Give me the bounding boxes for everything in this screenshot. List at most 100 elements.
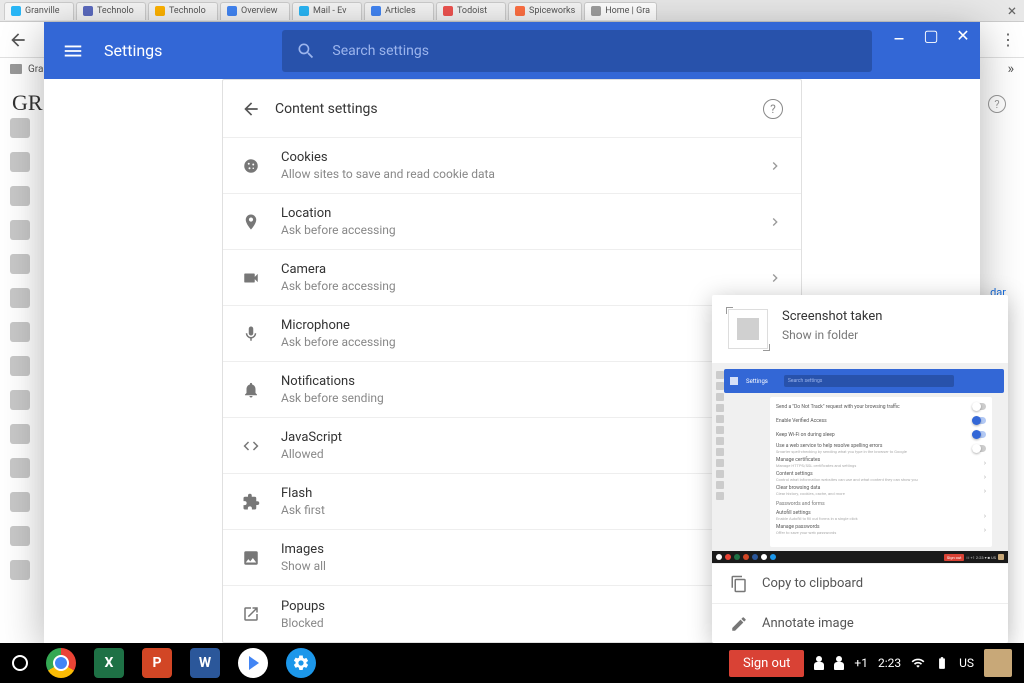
bg-side-icon[interactable]	[10, 186, 30, 206]
browser-tab[interactable]: Granville	[4, 2, 74, 20]
clock: 2:23	[878, 656, 901, 670]
play-store-icon[interactable]	[238, 648, 268, 678]
browser-tab[interactable]: Articles	[364, 2, 434, 20]
browser-tab[interactable]: Spiceworks	[508, 2, 582, 20]
bg-side-icon[interactable]	[10, 220, 30, 240]
row-subtitle: Ask before accessing	[281, 279, 747, 293]
close-tab-icon[interactable]: ×	[1004, 3, 1020, 19]
row-subtitle: Allow sites to save and read cookie data	[281, 167, 747, 181]
pen-icon	[730, 615, 748, 633]
browser-tab[interactable]: Overview	[220, 2, 290, 20]
browser-tab[interactable]: Todoist	[436, 2, 506, 20]
content-title: Content settings	[275, 101, 749, 117]
bg-side-icon[interactable]	[10, 152, 30, 172]
search-bar[interactable]	[282, 30, 872, 72]
microphone-icon	[241, 324, 261, 344]
settings-icon[interactable]	[286, 648, 316, 678]
sign-out-button[interactable]: Sign out	[729, 650, 804, 677]
bg-sidebar	[10, 118, 38, 580]
browser-tab[interactable]: Technolo	[76, 2, 146, 20]
notif-header[interactable]: Screenshot taken Show in folder	[712, 295, 1008, 363]
back-arrow-icon[interactable]	[8, 30, 28, 50]
settings-nav	[44, 79, 222, 643]
launcher-button[interactable]	[12, 655, 28, 671]
screenshot-frame-icon	[728, 309, 768, 349]
row-subtitle: Ask before sending	[281, 391, 783, 405]
row-subtitle: Allowed	[281, 447, 783, 461]
row-title: JavaScript	[281, 430, 783, 445]
word-icon[interactable]: W	[190, 648, 220, 678]
row-subtitle: Blocked	[281, 616, 783, 630]
row-subtitle: Ask before accessing	[281, 223, 747, 237]
bg-side-icon[interactable]	[10, 424, 30, 444]
location-icon	[241, 212, 261, 232]
content-header: Content settings ?	[223, 80, 801, 138]
row-subtitle: Ask first	[281, 503, 783, 517]
popup-icon	[241, 604, 261, 624]
cookie-icon	[241, 156, 261, 176]
page-logo: GR	[12, 90, 43, 116]
screenshot-preview[interactable]: Settings Search settings Send a "Do Not …	[712, 363, 1008, 563]
search-input[interactable]	[332, 43, 858, 59]
bg-side-icon[interactable]	[10, 118, 30, 138]
folder-icon	[10, 64, 22, 74]
close-button[interactable]: ✕	[954, 26, 972, 44]
minimize-button[interactable]: _	[890, 22, 908, 40]
copy-to-clipboard-button[interactable]: Copy to clipboard	[712, 563, 1008, 603]
help-icon[interactable]: ?	[988, 95, 1006, 113]
action-label: Annotate image	[762, 616, 854, 631]
setting-row-cookie[interactable]: Cookies Allow sites to save and read coo…	[223, 138, 801, 194]
battery-icon	[935, 656, 949, 670]
setting-row-location[interactable]: Location Ask before accessing	[223, 194, 801, 250]
row-title: Location	[281, 206, 747, 221]
bg-side-icon[interactable]	[10, 356, 30, 376]
overflow-chevron-icon[interactable]: »	[1007, 61, 1014, 77]
row-title: Popups	[281, 599, 783, 614]
bookmark-label[interactable]: Gra	[28, 64, 43, 75]
user-pawn-icon	[814, 656, 824, 670]
row-subtitle: Ask before accessing	[281, 335, 783, 349]
bg-side-icon[interactable]	[10, 560, 30, 580]
user-pawn-icon	[834, 656, 844, 670]
action-label: Copy to clipboard	[762, 576, 863, 591]
row-title: Notifications	[281, 374, 783, 389]
screenshot-notification: Screenshot taken Show in folder Settings…	[712, 295, 1008, 643]
kebab-menu-icon[interactable]: ⋮	[1000, 30, 1016, 49]
browser-tab[interactable]: Mail - Ev	[292, 2, 362, 20]
excel-icon[interactable]: X	[94, 648, 124, 678]
code-icon	[241, 436, 261, 456]
notif-title: Screenshot taken	[782, 309, 882, 324]
powerpoint-icon[interactable]: P	[142, 648, 172, 678]
row-title: Cookies	[281, 150, 747, 165]
chevron-right-icon	[767, 158, 783, 174]
chrome-icon[interactable]	[46, 648, 76, 678]
image-icon	[241, 548, 261, 568]
avatar[interactable]	[984, 649, 1012, 677]
row-title: Microphone	[281, 318, 783, 333]
chromeos-shelf: X P W Sign out +1 2:23 US	[0, 643, 1024, 683]
bg-side-icon[interactable]	[10, 390, 30, 410]
system-tray[interactable]: Sign out +1 2:23 US	[729, 649, 1012, 677]
search-icon	[296, 41, 316, 61]
chevron-right-icon	[767, 214, 783, 230]
notif-sub: Show in folder	[782, 328, 882, 342]
annotate-image-button[interactable]: Annotate image	[712, 603, 1008, 643]
bg-side-icon[interactable]	[10, 254, 30, 274]
hamburger-menu-icon[interactable]	[62, 40, 84, 62]
settings-title: Settings	[104, 41, 162, 60]
bg-side-icon[interactable]	[10, 526, 30, 546]
back-arrow-icon[interactable]	[241, 99, 261, 119]
browser-tab[interactable]: Technolo	[148, 2, 218, 20]
bg-side-icon[interactable]	[10, 458, 30, 478]
bg-side-icon[interactable]	[10, 288, 30, 308]
maximize-button[interactable]: ▢	[922, 26, 940, 44]
window-controls: _ ▢ ✕	[890, 26, 972, 44]
bell-icon	[241, 380, 261, 400]
bg-side-icon[interactable]	[10, 322, 30, 342]
user-count: +1	[854, 656, 868, 670]
wifi-icon	[911, 656, 925, 670]
bg-side-icon[interactable]	[10, 492, 30, 512]
help-icon[interactable]: ?	[763, 99, 783, 119]
chevron-right-icon	[767, 270, 783, 286]
browser-tab[interactable]: Home | Gra	[584, 2, 657, 20]
